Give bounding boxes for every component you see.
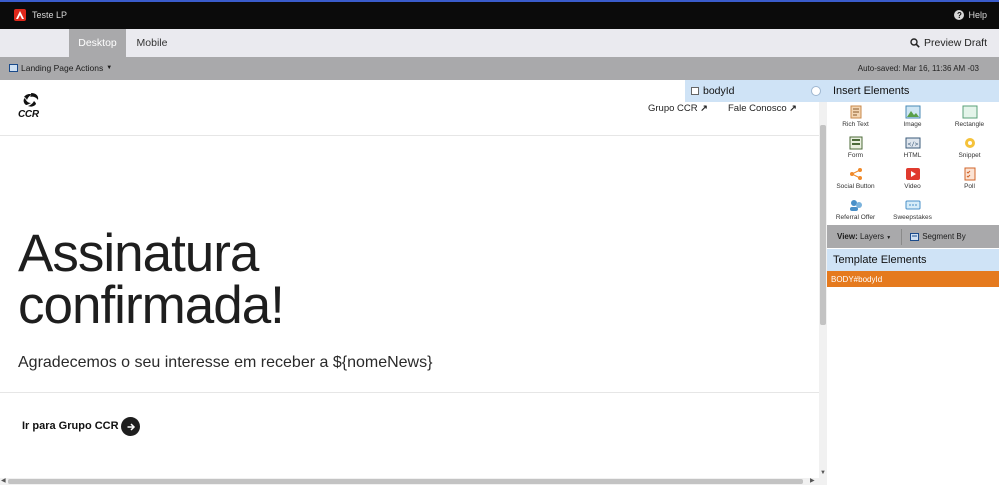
page-canvas[interactable]: CCR Grupo CCR ↗ Fale Conosco ↗ Assinatur… (0, 80, 819, 478)
hero-title-line1: Assinatura (18, 224, 259, 283)
insert-sweepstakes-label: Sweepstakes (893, 214, 932, 221)
caret-down-icon: ▼ (106, 65, 113, 71)
view-value: Layers (859, 232, 884, 241)
insert-social-button-label: Social Button (836, 183, 875, 190)
view-layers-dropdown[interactable]: View: Layers ▼ (827, 232, 891, 241)
view-toolbar: View: Layers ▼ Segment By (827, 225, 999, 248)
form-icon (849, 136, 862, 150)
actions-bar: Landing Page Actions ▼ Auto-saved: Mar 1… (0, 57, 999, 80)
editor-side-panel: Insert Elements Rich Text Image Rectangl… (827, 80, 999, 485)
video-icon (905, 168, 920, 180)
landing-page-actions-label: Landing Page Actions (21, 63, 104, 73)
nav-link-fale-conosco[interactable]: Fale Conosco ↗ (728, 103, 797, 114)
header-divider (0, 135, 819, 136)
scroll-left-arrow-icon[interactable]: ◀ (1, 477, 6, 484)
insert-video[interactable]: Video (884, 167, 941, 190)
nav-link-grupo-ccr[interactable]: Grupo CCR ↗ (648, 103, 708, 114)
scroll-down-arrow-icon[interactable]: ▼ (820, 470, 826, 476)
html-icon: </> (905, 137, 920, 149)
insert-sweepstakes[interactable]: Sweepstakes (884, 198, 941, 221)
help-button[interactable]: ? Help (954, 10, 987, 20)
insert-snippet[interactable]: Snippet (941, 136, 998, 159)
insert-image-label: Image (903, 121, 922, 128)
horizontal-scroll-thumb[interactable] (8, 479, 803, 484)
landing-page-icon (9, 64, 18, 72)
caret-down-icon: ▼ (886, 235, 892, 241)
app-title: Teste LP (32, 10, 68, 20)
insert-rectangle-label: Rectangle (954, 121, 985, 128)
ccr-logo[interactable]: CCR (18, 92, 44, 120)
insert-rich-text-label: Rich Text (842, 121, 869, 128)
preview-draft-button[interactable]: Preview Draft (910, 37, 987, 49)
nav-link-grupo-ccr-label: Grupo CCR (648, 103, 698, 114)
element-select-checkbox[interactable] (691, 87, 699, 95)
tab-mobile[interactable]: Mobile (128, 29, 176, 57)
template-element-body[interactable]: BODY#bodyId (827, 271, 999, 287)
segment-icon (910, 232, 920, 241)
insert-elements-header: Insert Elements (827, 80, 999, 102)
insert-rich-text[interactable]: Rich Text (827, 105, 884, 128)
snippet-icon (964, 138, 975, 148)
scroll-right-arrow-icon[interactable]: ▶ (810, 477, 815, 484)
ccr-logo-text: CCR (18, 109, 39, 120)
vertical-scroll-thumb[interactable] (820, 125, 826, 325)
cta-arrow-button[interactable] (121, 417, 140, 436)
view-tab-bar: Desktop Mobile Preview Draft (0, 29, 999, 57)
autosaved-status: Auto-saved: Mar 16, 11:36 AM -03 (857, 64, 979, 73)
external-arrow-icon: ↗ (700, 103, 708, 113)
insert-video-label: Video (904, 183, 921, 190)
insert-html-label: HTML (903, 152, 922, 159)
svg-text:</>: </> (907, 141, 918, 148)
element-settings-icon[interactable] (811, 86, 821, 96)
selected-element-id: bodyId (703, 85, 735, 97)
vertical-scrollbar[interactable]: ▼ (819, 80, 827, 478)
insert-social-button[interactable]: Social Button (827, 167, 884, 190)
rich-text-icon (850, 105, 861, 119)
external-arrow-icon: ↗ (789, 103, 797, 113)
nav-link-fale-conosco-label: Fale Conosco (728, 103, 787, 114)
template-elements-header: Template Elements (827, 249, 999, 271)
insert-html[interactable]: </> HTML (884, 136, 941, 159)
rectangle-icon (962, 105, 977, 119)
top-app-bar: Teste LP ? Help (0, 0, 999, 29)
hero-title: Assinatura confirmada! (18, 224, 285, 335)
hero-divider (0, 392, 819, 393)
horizontal-scrollbar[interactable]: ◀ ▶ (0, 478, 827, 485)
insert-referral-offer[interactable]: Referral Offer (827, 198, 884, 221)
ccr-logo-mark-icon (23, 93, 39, 107)
adobe-logo-icon (14, 9, 26, 21)
help-label: Help (968, 10, 987, 20)
poll-icon (964, 167, 975, 181)
insert-image[interactable]: Image (884, 105, 941, 128)
view-label: View: (837, 232, 858, 241)
segment-by-label: Segment By (922, 232, 966, 241)
insert-rectangle[interactable]: Rectangle (941, 105, 998, 128)
insert-referral-offer-label: Referral Offer (835, 214, 876, 221)
sweepstakes-icon (905, 200, 920, 210)
hero-title-line2: confirmada! (18, 276, 285, 335)
search-icon (910, 38, 920, 48)
hero-subtitle: Agradecemos o seu interesse em receber a… (18, 354, 433, 371)
insert-poll-label: Poll (964, 183, 975, 190)
image-icon (905, 105, 920, 119)
cta-link-grupo-ccr[interactable]: Ir para Grupo CCR (22, 420, 119, 432)
segment-by-button[interactable]: Segment By (902, 232, 966, 241)
arrow-right-icon (127, 422, 135, 431)
help-icon: ? (954, 10, 965, 20)
tab-desktop[interactable]: Desktop (69, 29, 126, 57)
social-button-icon (849, 168, 862, 180)
insert-form-label: Form (847, 152, 864, 159)
insert-snippet-label: Snippet (958, 152, 981, 159)
insert-poll[interactable]: Poll (941, 167, 998, 190)
referral-offer-icon (849, 200, 862, 211)
insert-form[interactable]: Form (827, 136, 884, 159)
landing-page-actions-menu[interactable]: Landing Page Actions ▼ (9, 63, 112, 73)
preview-draft-label: Preview Draft (923, 37, 987, 49)
element-selection-bar[interactable]: bodyId (685, 80, 827, 102)
